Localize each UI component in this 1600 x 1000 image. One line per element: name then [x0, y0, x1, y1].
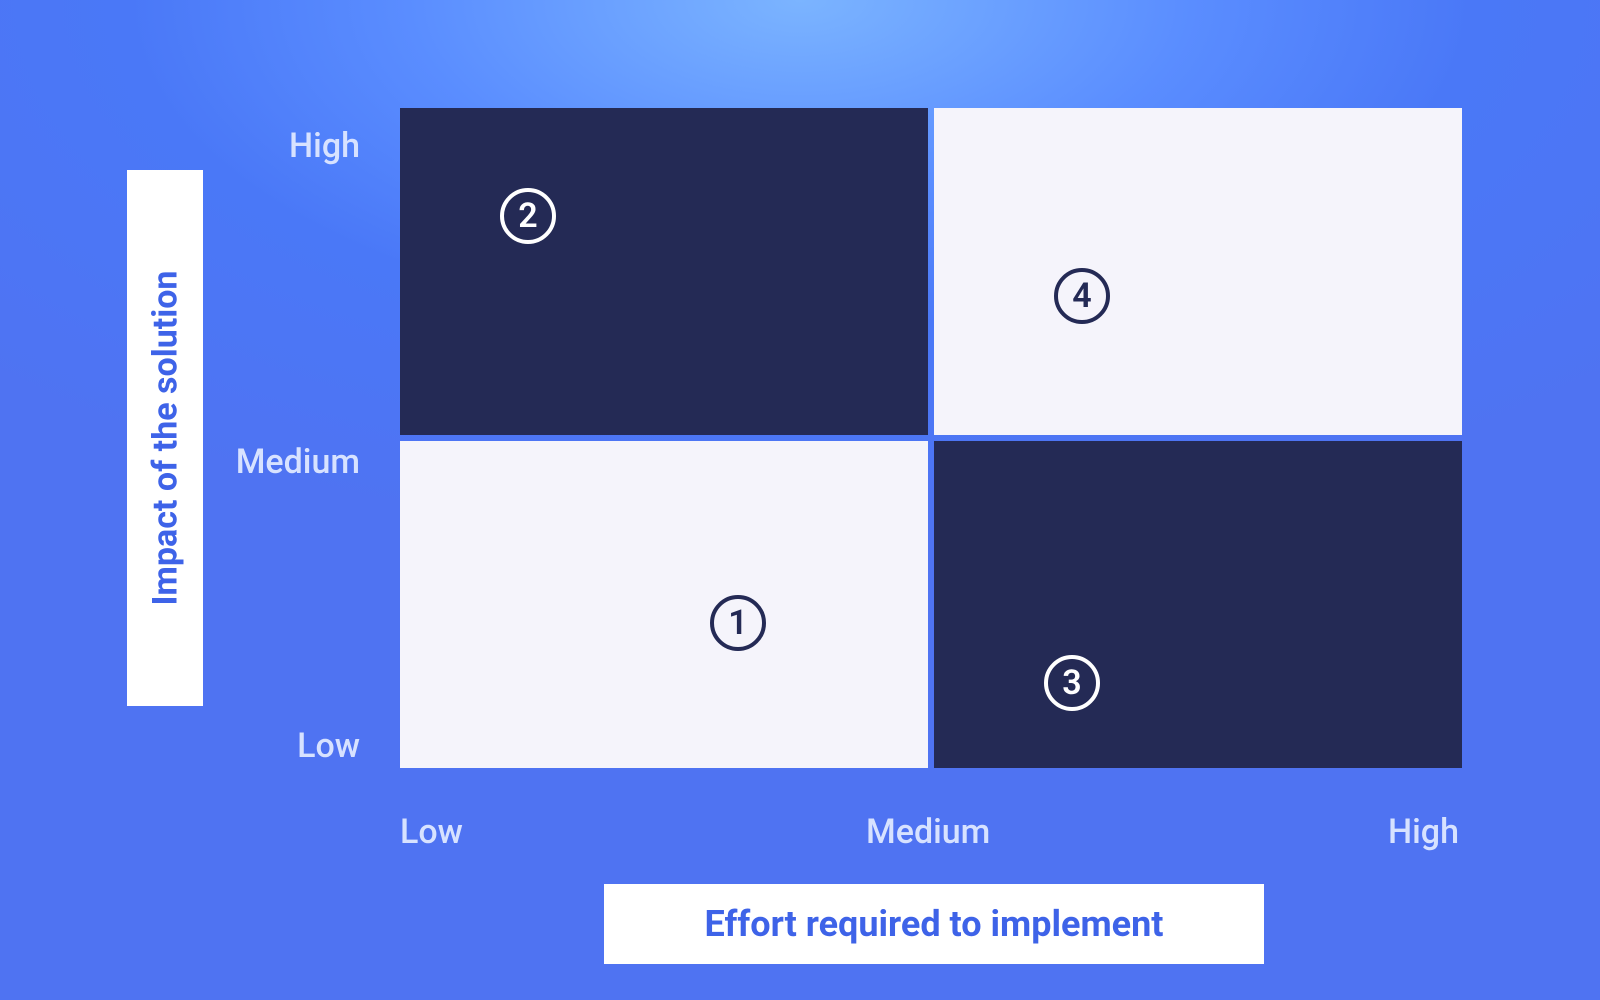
- quadrant-bottom-left: 1: [400, 441, 928, 768]
- x-tick-medium: Medium: [866, 812, 990, 852]
- quadrant-number-1: 1: [710, 595, 766, 651]
- quadrant-number-3: 3: [1044, 655, 1100, 711]
- quadrant-top-left: 2: [400, 108, 928, 435]
- quadrant-number-2: 2: [500, 188, 556, 244]
- y-tick-high: High: [0, 126, 380, 166]
- y-tick-medium: Medium: [0, 442, 380, 482]
- x-axis-title-text: Effort required to implement: [705, 903, 1164, 945]
- quadrant-bottom-right: 3: [934, 441, 1462, 768]
- x-axis-title: Effort required to implement: [604, 884, 1264, 964]
- quadrant-top-right: 4: [934, 108, 1462, 435]
- x-tick-high: High: [1388, 812, 1459, 852]
- y-axis-title-text: Impact of the solution: [145, 270, 185, 605]
- x-tick-low: Low: [400, 812, 463, 852]
- quadrant-number-4: 4: [1054, 268, 1110, 324]
- quadrant-grid: 2 4 1 3: [400, 108, 1462, 768]
- y-tick-low: Low: [0, 726, 380, 766]
- y-axis-title: Impact of the solution: [127, 170, 203, 706]
- impact-effort-matrix: Impact of the solution High Medium Low 2…: [0, 0, 1600, 1000]
